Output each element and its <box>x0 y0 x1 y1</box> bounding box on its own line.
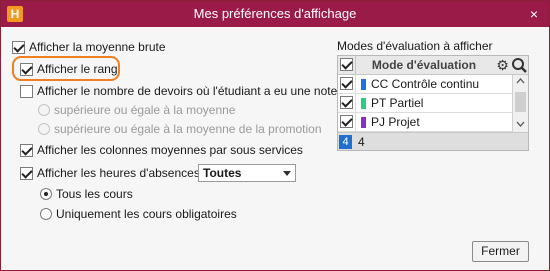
radio-cours-obligatoires[interactable] <box>40 208 52 220</box>
gear-icon[interactable]: ⚙ <box>495 58 510 73</box>
mode-label-pt: PT Partiel <box>371 96 424 110</box>
option-tous-cours[interactable]: Tous les cours <box>40 187 133 201</box>
mode-row[interactable]: PT Partiel <box>338 94 512 113</box>
modes-grid-header: Mode d'évaluation ⚙ <box>338 56 528 75</box>
option-heures-absences[interactable]: Afficher les heures d'absences <box>20 166 200 180</box>
option-colonnes-sous-services[interactable]: Afficher les colonnes moyennes par sous … <box>20 143 303 157</box>
checkbox-mode-pt[interactable] <box>340 96 353 109</box>
count-badge: 4 <box>339 135 352 149</box>
row-check-cell <box>338 94 356 113</box>
option-moyenne-brute[interactable]: Afficher la moyenne brute <box>12 40 166 54</box>
mode-label-cc: CC Contrôle continu <box>371 77 480 91</box>
row-check-cell <box>338 75 356 94</box>
label-moyenne-brute: Afficher la moyenne brute <box>29 40 166 54</box>
label-colonnes-sous-services: Afficher les colonnes moyennes par sous … <box>37 143 303 157</box>
header-check-cell[interactable] <box>338 56 356 75</box>
color-swatch-pj <box>361 117 366 128</box>
absences-filter-value: Toutes <box>203 166 242 180</box>
radio-sup-moyenne-promo <box>38 123 50 135</box>
label-heures-absences: Afficher les heures d'absences <box>37 166 200 180</box>
close-icon[interactable]: × <box>525 5 543 23</box>
label-cours-obligatoires: Uniquement les cours obligatoires <box>56 207 237 221</box>
option-sup-moyenne-promo: supérieure ou égale à la moyenne de la p… <box>38 122 322 136</box>
chevron-down-icon <box>283 171 291 176</box>
modes-scrollbar[interactable] <box>512 75 528 132</box>
scrollbar-thumb[interactable] <box>515 92 526 112</box>
mode-row[interactable]: CC Contrôle continu <box>338 75 512 94</box>
radio-sup-moyenne <box>38 104 50 116</box>
fermer-button-label: Fermer <box>481 244 520 258</box>
checkbox-nb-devoirs[interactable] <box>20 84 33 98</box>
checkbox-heures-absences[interactable] <box>20 166 33 180</box>
magnifier-icon[interactable] <box>511 57 528 74</box>
label-sup-moyenne-promo: supérieure ou égale à la moyenne de la p… <box>54 122 322 136</box>
modes-grid-footer: 4 4 <box>338 132 528 150</box>
modes-grid: Mode d'évaluation ⚙ CC Contrôle continu … <box>337 55 529 151</box>
scroll-down-icon[interactable] <box>516 121 525 127</box>
checkbox-moyenne-brute[interactable] <box>12 40 25 54</box>
checkbox-mode-cc[interactable] <box>340 77 353 90</box>
title-bar: H Mes préférences d'affichage × <box>1 1 549 27</box>
checkbox-mode-pj[interactable] <box>340 115 353 128</box>
mode-label-pj: PJ Projet <box>371 115 420 129</box>
checkbox-colonnes-sous-services[interactable] <box>20 143 33 157</box>
label-rang: Afficher le rang <box>37 62 118 76</box>
option-sup-moyenne: supérieure ou égale à la moyenne <box>38 103 235 117</box>
checkbox-select-all[interactable] <box>340 58 353 71</box>
dialog-body: Afficher la moyenne brute Afficher le ra… <box>2 27 548 270</box>
label-tous-cours: Tous les cours <box>56 187 133 201</box>
absences-filter-select[interactable]: Toutes <box>198 164 296 182</box>
column-header-mode[interactable]: Mode d'évaluation <box>356 56 492 75</box>
modes-section-label: Modes d'évaluation à afficher <box>337 39 493 53</box>
label-nb-devoirs: Afficher le nombre de devoirs où l'étudi… <box>37 84 338 98</box>
color-swatch-pt <box>361 98 366 109</box>
mode-row[interactable]: PJ Projet <box>338 113 512 132</box>
option-rang[interactable]: Afficher le rang <box>20 62 118 76</box>
row-check-cell <box>338 113 356 132</box>
option-nb-devoirs[interactable]: Afficher le nombre de devoirs où l'étudi… <box>20 84 337 98</box>
label-sup-moyenne: supérieure ou égale à la moyenne <box>54 103 236 117</box>
scroll-up-icon[interactable] <box>516 78 525 84</box>
preferences-dialog: H Mes préférences d'affichage × Afficher… <box>0 0 550 271</box>
count-text: 4 <box>358 135 365 149</box>
radio-tous-cours[interactable] <box>40 188 52 200</box>
dialog-title: Mes préférences d'affichage <box>193 6 357 21</box>
checkbox-rang[interactable] <box>20 62 33 76</box>
color-swatch-cc <box>361 79 366 90</box>
fermer-button[interactable]: Fermer <box>472 241 529 262</box>
option-cours-obligatoires[interactable]: Uniquement les cours obligatoires <box>40 207 237 221</box>
